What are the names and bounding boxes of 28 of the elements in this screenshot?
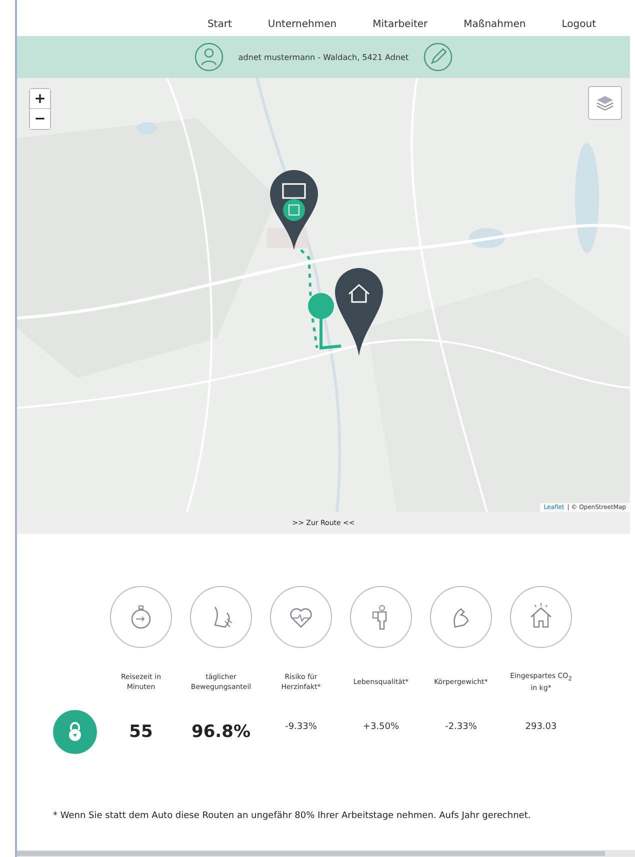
- edit-icon[interactable]: [422, 42, 453, 72]
- metric-icon: [510, 586, 572, 648]
- metric-value: 293.03: [524, 722, 558, 734]
- metric-icon: [430, 586, 492, 648]
- metric-icon: [270, 586, 332, 648]
- nav-link[interactable]: Start: [207, 19, 232, 36]
- metric-icon: [350, 586, 412, 648]
- metric-icon: [110, 586, 172, 648]
- metric-value: +3.50%: [362, 722, 400, 734]
- metric-value: 55: [128, 722, 154, 742]
- metric-value: 96.8%: [190, 722, 252, 742]
- nav-link[interactable]: Logout: [562, 19, 596, 36]
- scrollbar-thumb[interactable]: [17, 851, 605, 856]
- nav-link[interactable]: Mitarbeiter: [372, 19, 428, 36]
- user-icon[interactable]: [194, 42, 224, 72]
- footnote: * Wenn Sie statt dem Auto diese Routen an ungefähr 80% Ihrer Arbeitstage nehmen. Aufs Jahr gerechnet.: [52, 810, 532, 823]
- briefcase-marker-icon: [269, 170, 319, 250]
- user-address: adnet mustermann - Waldach, 5421 Adnet: [238, 52, 409, 62]
- nav-link[interactable]: Unternehmen: [268, 19, 337, 36]
- lock-icon[interactable]: [53, 710, 97, 754]
- layers-button[interactable]: [588, 86, 622, 120]
- metric-value: -9.33%: [284, 722, 318, 734]
- nav-link[interactable]: Maßnahmen: [464, 19, 526, 36]
- metric-icon: [190, 586, 252, 648]
- metric-value: -2.33%: [444, 722, 478, 734]
- house-marker-icon: [307, 268, 385, 356]
- zoom-in-button[interactable]: +: [30, 89, 50, 109]
- layers-icon: [596, 95, 614, 111]
